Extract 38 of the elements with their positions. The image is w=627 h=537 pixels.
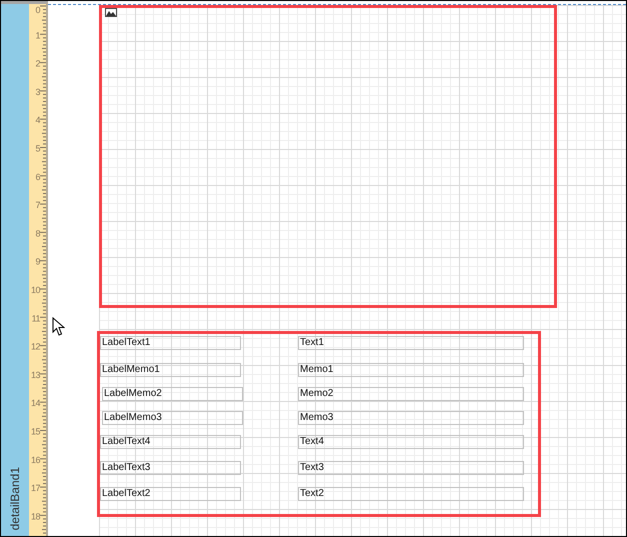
- label-control[interactable]: LabelMemo2: [102, 387, 243, 401]
- ruler-number: 11: [32, 313, 40, 324]
- label-control[interactable]: LabelMemo1: [100, 363, 241, 377]
- label-control[interactable]: LabelText3: [100, 461, 241, 475]
- ruler-number: 8: [35, 228, 40, 238]
- ruler-number: 0: [35, 5, 40, 15]
- label-control[interactable]: LabelText4: [100, 435, 241, 449]
- ruler-number: 9: [35, 256, 40, 267]
- label-control[interactable]: LabelText2: [100, 487, 241, 501]
- text-control[interactable]: Memo3: [298, 411, 524, 425]
- ruler-number: 4: [35, 115, 40, 126]
- ruler-number: 13: [30, 370, 40, 380]
- text-control[interactable]: Memo2: [298, 387, 524, 401]
- label-control[interactable]: LabelText1: [100, 336, 241, 350]
- text-control[interactable]: Text1: [298, 336, 524, 350]
- ruler-number: 7: [35, 200, 40, 210]
- ruler-number: 1: [35, 30, 40, 40]
- ruler-number: 17: [30, 483, 40, 494]
- label-control[interactable]: LabelMemo3: [102, 411, 243, 425]
- mouse-cursor-icon: [52, 317, 65, 337]
- ruler-number: 16: [30, 454, 40, 465]
- panel-control[interactable]: [97, 331, 541, 517]
- ruler-number: 5: [35, 144, 40, 154]
- band-name: detailBand1: [8, 466, 22, 530]
- ruler-number: 6: [35, 172, 40, 182]
- image-icon: [105, 8, 117, 17]
- ruler-number: 18: [30, 511, 40, 522]
- ruler-number: 10: [30, 285, 40, 295]
- ruler-number: 2: [35, 58, 40, 69]
- text-control[interactable]: Text2: [298, 487, 524, 501]
- ruler-number: 3: [35, 86, 40, 97]
- picture-box-control[interactable]: [99, 5, 557, 308]
- ruler-number: 14: [30, 398, 40, 408]
- ruler-number: 12: [30, 342, 40, 352]
- text-control[interactable]: Text4: [298, 435, 524, 449]
- text-control[interactable]: Memo1: [298, 363, 524, 377]
- text-control[interactable]: Text3: [298, 461, 524, 475]
- ruler-number: 15: [30, 426, 40, 436]
